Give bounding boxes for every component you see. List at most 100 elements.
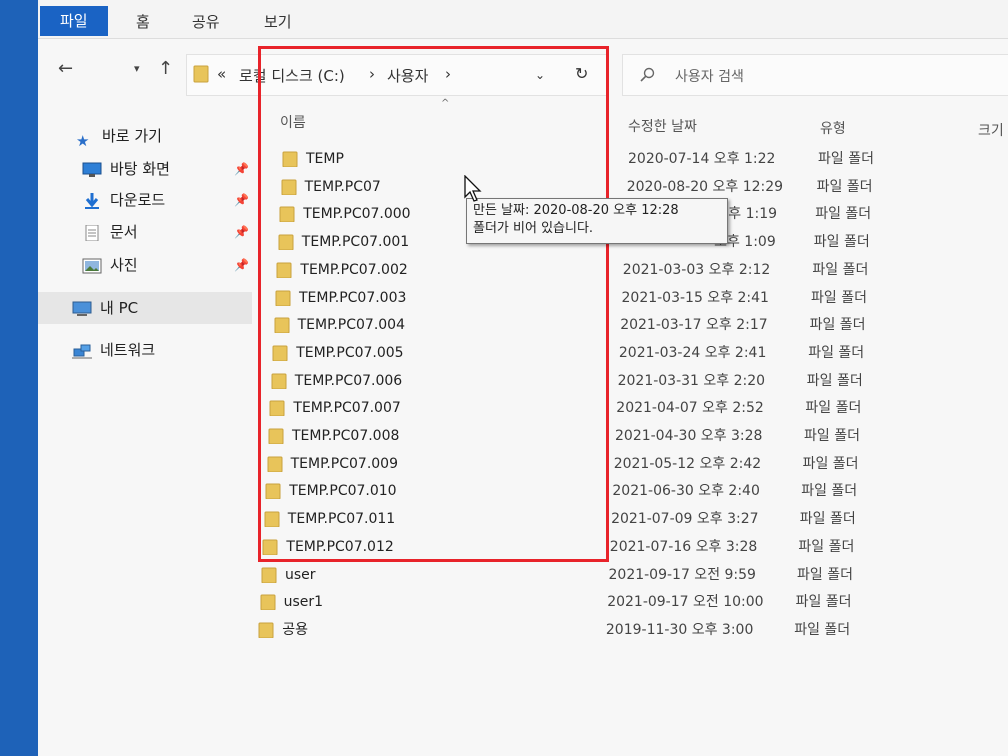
recent-locations-chevron-icon[interactable]: ▾ xyxy=(134,62,140,75)
tab-share[interactable]: 공유 xyxy=(178,8,234,36)
back-arrow-icon[interactable]: ← xyxy=(58,58,73,79)
nav-selection-highlight xyxy=(38,292,252,324)
nav-quick-access[interactable]: ★ 바로 가기 xyxy=(76,124,162,150)
file-modified-date: 2021-05-12 오후 2:42 xyxy=(613,455,762,472)
file-modified-date: 2020-07-14 오후 1:22 xyxy=(628,151,776,167)
tooltip-created-date: 만든 날짜: 2020-08-20 오후 12:28 xyxy=(473,203,679,218)
folder-icon xyxy=(282,151,298,167)
nav-label: 바로 가기 xyxy=(102,127,162,145)
search-icon xyxy=(640,67,655,82)
file-type: 파일 폴더 xyxy=(816,178,873,195)
file-modified-date: 2021-03-31 오후 2:20 xyxy=(617,372,766,389)
file-row[interactable]: TEMP.PC07.003 xyxy=(275,285,575,311)
refresh-icon[interactable]: ↻ xyxy=(575,64,588,83)
file-type: 파일 폴더 xyxy=(813,234,870,251)
folder-icon xyxy=(260,594,276,611)
tab-home[interactable]: 홈 xyxy=(122,8,164,36)
file-type: 파일 폴더 xyxy=(806,372,863,389)
folder-icon xyxy=(275,290,291,306)
file-row[interactable]: TEMP.PC07.004 xyxy=(274,312,574,338)
file-name: TEMP.PC07.000 xyxy=(303,206,411,223)
file-name: TEMP.PC07.001 xyxy=(301,234,410,251)
file-row[interactable]: TEMP xyxy=(282,146,582,172)
file-row[interactable]: TEMP.PC07.011 xyxy=(264,506,564,532)
nav-network[interactable]: 네트워크 xyxy=(72,338,155,362)
folder-icon xyxy=(281,179,297,195)
nav-item-documents[interactable]: 문서 xyxy=(82,220,138,244)
file-type: 파일 폴더 xyxy=(798,538,855,555)
file-name: TEMP.PC07.011 xyxy=(287,511,396,528)
breadcrumb-separator: › xyxy=(369,65,375,83)
file-row[interactable]: TEMP.PC07.006 xyxy=(271,368,571,394)
file-row[interactable]: user xyxy=(261,562,561,588)
file-row[interactable]: user1 xyxy=(260,589,560,615)
file-modified-date: 2021-03-15 오후 2:41 xyxy=(621,289,769,306)
folder-icon xyxy=(279,206,295,223)
tab-file[interactable]: 파일 xyxy=(40,6,108,36)
tooltip-empty-folder: 폴더가 비어 있습니다. xyxy=(473,221,594,236)
pin-icon[interactable]: 📌 xyxy=(234,258,249,272)
file-name: TEMP.PC07.009 xyxy=(290,455,398,472)
pin-icon[interactable]: 📌 xyxy=(234,193,249,207)
file-type: 파일 폴더 xyxy=(804,428,860,444)
file-modified-date: 2021-09-17 오전 10:00 xyxy=(607,594,764,611)
file-row[interactable]: TEMP.PC07.005 xyxy=(272,340,572,366)
column-header-size[interactable]: 크기 xyxy=(978,120,1004,140)
pin-icon[interactable]: 📌 xyxy=(234,162,249,176)
breadcrumb-users[interactable]: 사용자 xyxy=(387,65,428,86)
search-input[interactable]: 사용자 검색 xyxy=(675,66,744,86)
tab-view[interactable]: 보기 xyxy=(250,8,306,36)
breadcrumb-separator: › xyxy=(445,65,451,83)
column-header-date[interactable]: 수정한 날짜 xyxy=(628,116,697,136)
nav-label: 사진 xyxy=(110,256,138,274)
file-name: user xyxy=(285,566,316,583)
file-row[interactable]: 공용 xyxy=(258,617,558,643)
file-row[interactable]: TEMP.PC07.002 xyxy=(276,257,576,283)
nav-label: 다운로드 xyxy=(110,191,166,209)
file-modified-date: 2021-06-30 오후 2:40 xyxy=(612,483,760,500)
desktop-icon xyxy=(82,162,102,177)
nav-label: 네트워크 xyxy=(100,341,156,359)
file-row[interactable]: TEMP.PC07.009 xyxy=(267,451,567,477)
nav-this-pc[interactable]: 내 PC xyxy=(72,296,138,320)
sort-ascending-caret-icon: ^ xyxy=(441,98,450,109)
file-row[interactable]: TEMP.PC07 xyxy=(281,174,581,200)
file-type: 파일 폴더 xyxy=(799,511,856,528)
folder-icon xyxy=(264,511,280,528)
file-row[interactable]: TEMP.PC07.008 xyxy=(268,423,568,449)
file-type: 파일 폴더 xyxy=(812,261,869,278)
file-explorer-window: 파일 홈 공유 보기 ← ▾ ↑ « 로컬 디스크 (C:) › 사용자 › ⌄… xyxy=(38,0,1008,756)
pin-icon[interactable]: 📌 xyxy=(234,225,249,239)
file-type: 파일 폴더 xyxy=(818,151,874,167)
column-header-type[interactable]: 유형 xyxy=(820,118,846,138)
nav-item-desktop[interactable]: 바탕 화면 xyxy=(82,157,170,181)
file-name: TEMP xyxy=(306,151,344,167)
file-name: TEMP.PC07.002 xyxy=(300,261,408,278)
file-name: TEMP.PC07.004 xyxy=(297,317,405,334)
picture-icon xyxy=(82,258,102,273)
file-modified-date: 2021-04-07 오후 2:52 xyxy=(616,400,764,417)
folder-icon xyxy=(278,234,294,251)
ribbon: 파일 홈 공유 보기 xyxy=(38,0,1008,39)
file-name: TEMP.PC07.012 xyxy=(286,538,394,555)
address-dropdown-chevron-icon[interactable]: ⌄ xyxy=(535,68,545,82)
nav-item-downloads[interactable]: 다운로드 xyxy=(82,188,165,212)
computer-icon xyxy=(72,301,92,316)
file-type: 파일 폴더 xyxy=(795,594,852,611)
file-name: TEMP.PC07.008 xyxy=(292,428,400,444)
breadcrumb-local-disk[interactable]: 로컬 디스크 (C:) xyxy=(239,65,345,86)
file-row[interactable]: TEMP.PC07.010 xyxy=(265,478,565,504)
file-row[interactable]: TEMP.PC07.007 xyxy=(269,395,569,421)
up-arrow-icon[interactable]: ↑ xyxy=(158,58,173,79)
folder-icon xyxy=(272,345,288,361)
search-box[interactable]: 사용자 검색 xyxy=(622,54,1008,96)
folder-icon xyxy=(262,539,278,555)
file-type: 파일 폴더 xyxy=(805,400,862,417)
address-overflow-icon[interactable]: « xyxy=(217,65,226,83)
address-bar[interactable]: « 로컬 디스크 (C:) › 사용자 › ⌄ ↻ xyxy=(186,54,608,96)
nav-item-pictures[interactable]: 사진 xyxy=(82,253,138,277)
file-modified-date: 2021-09-17 오전 9:59 xyxy=(608,566,756,583)
file-row[interactable]: TEMP.PC07.012 xyxy=(262,534,562,560)
network-icon xyxy=(72,344,92,358)
column-header-name[interactable]: 이름 xyxy=(280,112,306,132)
